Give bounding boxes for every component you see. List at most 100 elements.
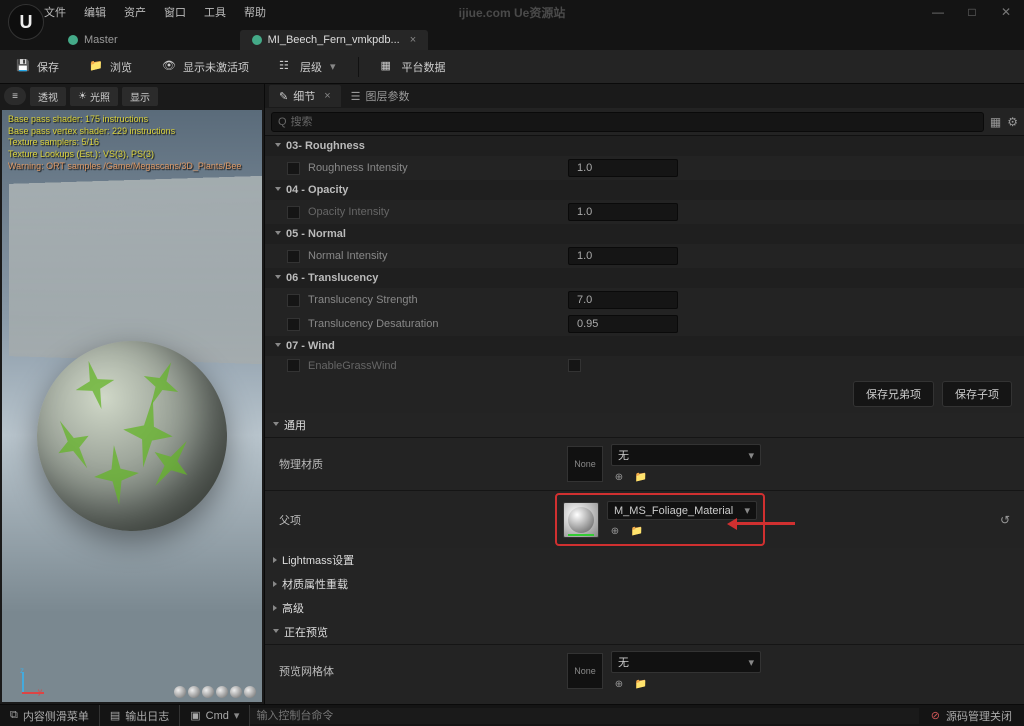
- show-inactive-label: 显示未激活项: [183, 59, 249, 75]
- menu-help[interactable]: 帮助: [244, 4, 266, 20]
- section-mat-override[interactable]: 材质属性重载: [265, 572, 1024, 596]
- section-roughness[interactable]: 03- Roughness: [265, 136, 1024, 156]
- reset-to-default-icon[interactable]: ↺: [1000, 513, 1010, 527]
- watermark: ijiue.com Ue资源站: [459, 4, 566, 21]
- preview-mesh-dropdown[interactable]: 无▾: [611, 651, 761, 673]
- pencil-icon: ✎: [279, 90, 288, 103]
- viewport-panel: ≡ 透视 ☀光照 显示 Base pass shader: 175 instru…: [0, 84, 264, 704]
- phys-mat-thumb[interactable]: None: [567, 446, 603, 482]
- preview-mesh-thumb[interactable]: None: [567, 653, 603, 689]
- browse-to-icon[interactable]: 📁: [633, 677, 649, 691]
- prop-opacity-intensity: Opacity Intensity1.0: [265, 200, 1024, 224]
- viewport-toolbar: ≡ 透视 ☀光照 显示: [0, 84, 264, 108]
- log-icon: ▤: [110, 709, 120, 722]
- use-selected-icon[interactable]: ⊕: [611, 470, 627, 484]
- details-scroll[interactable]: 03- Roughness Roughness Intensity1.0 04 …: [265, 136, 1024, 704]
- search-input[interactable]: [291, 116, 977, 128]
- tab-layer-params[interactable]: ☰ 图层参数: [341, 85, 420, 107]
- lit-button[interactable]: ☀光照: [70, 87, 118, 106]
- material-viewport[interactable]: Base pass shader: 175 instructions Base …: [2, 110, 262, 702]
- hierarchy-icon: ☷: [279, 59, 295, 75]
- chevron-down-icon: ▾: [234, 709, 240, 722]
- tab-material-instance[interactable]: MI_Beech_Fern_vmkpdb... ×: [240, 30, 429, 50]
- section-wind[interactable]: 07 - Wind: [265, 336, 1024, 356]
- settings-icon[interactable]: ⚙: [1007, 115, 1018, 129]
- parent-dropdown[interactable]: M_MS_Foliage_Material▾: [607, 501, 757, 520]
- menu-tools[interactable]: 工具: [204, 4, 226, 20]
- row-phys-material: 物理材质 None 无▾ ⊕ 📁: [265, 437, 1024, 490]
- ue-logo[interactable]: U: [8, 4, 44, 40]
- tab-active-label: MI_Beech_Fern_vmkpdb...: [268, 34, 400, 46]
- phys-mat-dropdown[interactable]: 无▾: [611, 444, 761, 466]
- section-advanced[interactable]: 高级: [265, 596, 1024, 620]
- section-previewing[interactable]: 正在预览: [265, 620, 1024, 644]
- titlebar: 文件 编辑 资产 窗口 工具 帮助 ijiue.com Ue资源站 — □ ✕: [0, 0, 1024, 24]
- panel-tab-bar: ✎ 细节 × ☰ 图层参数: [265, 84, 1024, 108]
- search-icon: Q: [278, 116, 287, 128]
- platform-data-button[interactable]: ▦ 平台数据: [373, 55, 454, 79]
- perspective-button[interactable]: 透视: [30, 87, 66, 106]
- search-box[interactable]: Q: [271, 112, 984, 132]
- save-button[interactable]: 💾 保存: [8, 55, 67, 79]
- prop-translucency-strength: Translucency Strength7.0: [265, 288, 1024, 312]
- tab-master-label: Master: [84, 34, 118, 46]
- section-translucency[interactable]: 06 - Translucency: [265, 268, 1024, 288]
- view-options-icon[interactable]: ▦: [990, 115, 1001, 129]
- sun-icon: ☀: [78, 91, 87, 102]
- save-label: 保存: [37, 59, 59, 75]
- drawer-icon: ⧉: [10, 709, 18, 722]
- browse-to-icon[interactable]: 📁: [633, 470, 649, 484]
- source-control-icon: ⊘: [931, 709, 940, 722]
- layers-icon: ☰: [351, 90, 361, 103]
- viewport-options-button[interactable]: ≡: [4, 87, 26, 105]
- tab-master[interactable]: Master: [56, 30, 130, 50]
- output-log-button[interactable]: ▤ 输出日志: [100, 705, 180, 726]
- parent-highlight: M_MS_Foliage_Material▾ ⊕ 📁: [555, 493, 765, 546]
- tab-close-icon[interactable]: ×: [410, 34, 416, 46]
- browse-to-icon[interactable]: 📁: [629, 524, 645, 538]
- prop-roughness-intensity: Roughness Intensity1.0: [265, 156, 1024, 180]
- source-control-status[interactable]: ⊘ 源码管理关闭: [919, 708, 1024, 724]
- maximize-button[interactable]: □: [962, 5, 982, 19]
- prop-normal-intensity: Normal Intensity1.0: [265, 244, 1024, 268]
- content-drawer-button[interactable]: ⧉ 内容侧滑菜单: [0, 705, 100, 726]
- show-button[interactable]: 显示: [122, 87, 158, 106]
- show-inactive-button[interactable]: 👁 显示未激活项: [154, 55, 257, 79]
- hierarchy-button[interactable]: ☷ 层级 ▾: [271, 55, 344, 79]
- save-sibling-button[interactable]: 保存兄弟项: [853, 381, 934, 407]
- platform-icon: ▦: [381, 59, 397, 75]
- menu-window[interactable]: 窗口: [164, 4, 186, 20]
- chevron-down-icon: ▾: [330, 60, 336, 73]
- section-general[interactable]: 通用: [265, 413, 1024, 437]
- cmd-selector[interactable]: ▣ Cmd ▾: [180, 705, 250, 726]
- save-row: 保存兄弟项 保存子项: [265, 375, 1024, 413]
- console-input[interactable]: [250, 708, 918, 724]
- close-icon[interactable]: ×: [324, 90, 330, 102]
- section-normal[interactable]: 05 - Normal: [265, 224, 1024, 244]
- details-panel: ✎ 细节 × ☰ 图层参数 Q ▦ ⚙ 03- Roughness Roughn…: [264, 84, 1024, 704]
- status-bar: ⧉ 内容侧滑菜单 ▤ 输出日志 ▣ Cmd ▾ ⊘ 源码管理关闭: [0, 704, 1024, 726]
- minimize-button[interactable]: —: [928, 5, 948, 19]
- use-selected-icon[interactable]: ⊕: [611, 677, 627, 691]
- primitive-selector[interactable]: [174, 686, 256, 698]
- parent-thumb[interactable]: [563, 502, 599, 538]
- menu-file[interactable]: 文件: [44, 4, 66, 20]
- dot-icon: [68, 35, 78, 45]
- hierarchy-label: 层级: [300, 59, 322, 75]
- tab-details[interactable]: ✎ 细节 ×: [269, 85, 341, 107]
- menu-asset[interactable]: 资产: [124, 4, 146, 20]
- section-lightmass[interactable]: Lightmass设置: [265, 548, 1024, 572]
- prop-translucency-desaturation: Translucency Desaturation0.95: [265, 312, 1024, 336]
- material-icon: [252, 35, 262, 45]
- browse-button[interactable]: 📁 浏览: [81, 55, 140, 79]
- eye-icon: 👁: [162, 59, 178, 75]
- use-selected-icon[interactable]: ⊕: [607, 524, 623, 538]
- row-parent: 父项 M_MS_Foliage_Material▾ ⊕ 📁: [265, 490, 1024, 548]
- save-child-button[interactable]: 保存子项: [942, 381, 1012, 407]
- main-menu: 文件 编辑 资产 窗口 工具 帮助: [44, 4, 266, 20]
- axis-gizmo: zy: [10, 668, 36, 694]
- section-opacity[interactable]: 04 - Opacity: [265, 180, 1024, 200]
- menu-edit[interactable]: 编辑: [84, 4, 106, 20]
- browse-label: 浏览: [110, 59, 132, 75]
- close-button[interactable]: ✕: [996, 5, 1016, 19]
